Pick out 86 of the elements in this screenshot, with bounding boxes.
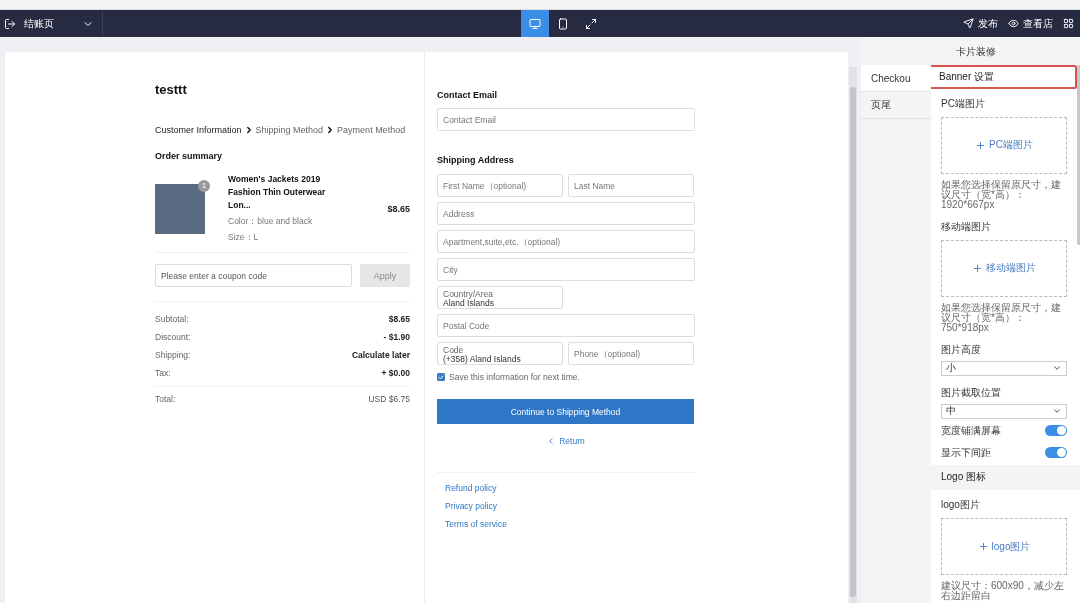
hint-text: 如果您选择保留原尺寸，建议尺寸（宽*高）：1920*667px [941,179,1062,210]
summary-value: $8.65 [388,314,410,324]
hint-text: 建议尺寸：600x90，减少左右边距留白 [941,581,1065,601]
chevron-down-icon [1052,363,1062,373]
plus-icon [977,541,989,552]
continue-button[interactable]: Continue to Shipping Method [437,399,694,424]
product-title: Women's Jackets 2019 Fashion Thin Outerwear Lon... [228,173,327,212]
checkbox-label: Save this information for next time. [449,372,580,382]
checkbox[interactable] [437,373,445,381]
summary-label: Tax: [155,368,171,378]
input-field[interactable]: City [437,258,695,281]
desktop-icon [529,17,541,30]
toolbar-button[interactable]: 发布 [963,16,998,31]
store-name: testtt [155,82,188,97]
section-title: Order summary [155,151,224,161]
panel-title: 卡片装修 [955,45,997,59]
input-field[interactable]: Apartment,suite,etc.（optional) [437,230,695,253]
field-label: 图片截取位置 [941,385,1002,400]
save-checkbox[interactable]: Save this information for next time. [437,372,695,382]
section-title: Shipping Address [437,155,515,165]
summary-label: Discount: [155,332,191,342]
summary-label: Subtotal: [155,314,189,324]
summary-label: Shipping: [155,350,191,360]
product-price: $8.65 [387,203,410,214]
select-field[interactable]: 中 [941,403,1067,419]
total-value: USD $6.75 [368,394,410,404]
plus-icon [972,262,983,274]
page-select-label: 结账页 [24,16,54,31]
policy-link[interactable]: Privacy policy [445,501,686,511]
input-field[interactable]: Postal Code [437,314,695,337]
input-field[interactable]: Contact Email [437,108,695,131]
total-label: Total: [155,394,176,404]
eye-icon [1008,18,1019,29]
policy-link[interactable]: Terms of service [445,519,686,529]
phone-icon [557,17,569,30]
upload-button[interactable]: PC端图片 [941,116,1067,174]
grid-button[interactable] [1063,18,1074,29]
breadcrumb-item[interactable]: Customer Information [155,125,242,135]
field-label: PC端图片 [941,96,986,111]
coupon-field[interactable]: Please enter a coupon code [155,264,352,287]
expand-icon [585,17,597,30]
quantity-badge: 1 [198,179,210,192]
breadcrumb-item[interactable]: Shipping Method [255,125,324,135]
field-label: Country/Area [443,289,495,299]
product-size: Size：L [228,232,260,244]
select-field[interactable]: Country/Area Aland Islands [437,286,563,309]
field-label: logo图片 [941,498,981,512]
plus-icon [975,139,987,151]
section-title: Contact Email [437,90,498,100]
toggle-switch[interactable] [1045,447,1067,458]
upload-button[interactable]: 移动端图片 [941,239,1067,297]
scrollbar[interactable] [849,67,857,603]
return-link[interactable]: Return [437,436,694,446]
select-value: 中 [946,404,956,418]
toolbar-button[interactable]: 查看店 [1008,16,1053,31]
toggle-label: 显示下间距 [941,445,991,460]
select-field[interactable]: 小 [941,360,1067,376]
toggle-label: 宽度铺满屏幕 [941,423,1001,438]
breadcrumb-item[interactable]: Payment Method [337,125,406,135]
hint-text: 如果您选择保留原尺寸，建议尺寸（宽*高）：750*918px [941,302,1062,333]
select-field[interactable]: Code (+358) Aland Islands [437,342,563,365]
input-field[interactable]: Address [437,202,695,225]
field-value: (+358) Aland Islands [443,355,522,364]
section-header[interactable]: Logo 图标 [931,464,1080,490]
input-field[interactable]: First Name（optional) [437,174,563,197]
grid-icon [1063,18,1074,29]
panel-tab[interactable]: Checkou [861,65,931,92]
send-icon [963,18,974,29]
policy-link[interactable]: Refund policy [445,483,686,493]
chevron-down-icon [1052,406,1062,416]
section-header[interactable]: Banner 设置 [931,65,1077,89]
field-value: Aland Islands [443,299,496,308]
summary-value: - $1.90 [383,332,410,342]
input-field[interactable]: Last Name [568,174,694,197]
input-field[interactable]: Phone（optional) [568,342,694,365]
page-select[interactable]: 结账页 [0,10,103,37]
product-color: Color：blue and black [228,216,314,228]
field-label: 图片高度 [941,342,982,357]
field-label: Code [443,345,465,355]
summary-value: Calculate later [351,350,410,360]
exit-icon [4,17,16,30]
field-label: 移动端图片 [941,219,992,234]
toggle-switch[interactable] [1045,425,1067,436]
select-value: 小 [946,361,956,375]
upload-button[interactable]: logo图片 [941,518,1067,575]
summary-value: + $0.00 [381,368,410,378]
